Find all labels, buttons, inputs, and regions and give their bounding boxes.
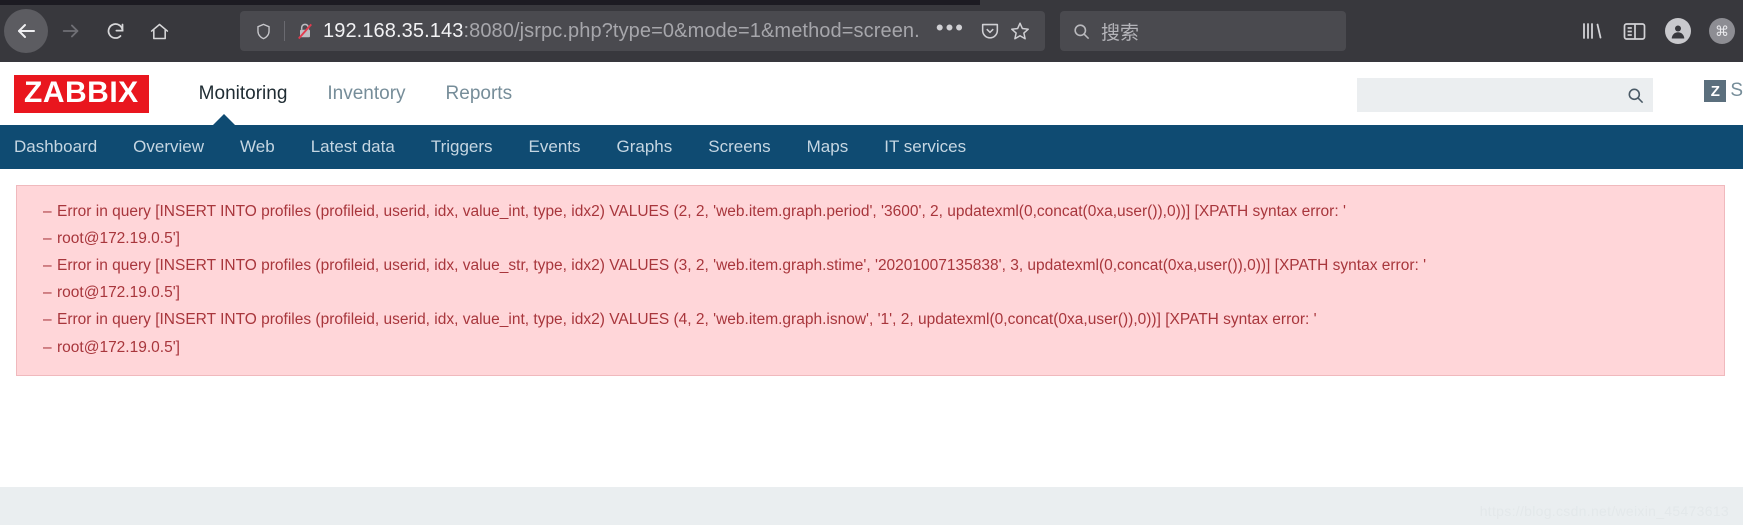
error-message-box: – Error in query [INSERT INTO profiles (… [16,185,1725,376]
message-bullet: – [43,230,52,248]
main-nav-inventory[interactable]: Inventory [307,77,425,111]
error-message-line: – Error in query [INSERT INTO profiles (… [17,252,1724,279]
tab-strip-background-right [980,0,1743,5]
sidebar-icon[interactable] [1622,21,1647,42]
zabbix-main-nav: Monitoring Inventory Reports [179,77,532,111]
message-text: Error in query [INSERT INTO profiles (pr… [57,311,1317,329]
subnav-latest-data[interactable]: Latest data [293,125,413,169]
shield-icon[interactable] [250,22,276,41]
zabbix-sub-nav: Dashboard Overview Web Latest data Trigg… [0,125,1743,169]
message-text: root@172.19.0.5'] [57,338,180,356]
message-text: Error in query [INSERT INTO profiles (pr… [57,257,1427,275]
active-section-pointer-icon [212,114,236,126]
main-nav-monitoring[interactable]: Monitoring [179,77,308,111]
error-message-line: – root@172.19.0.5'] [17,279,1724,306]
back-button[interactable] [4,9,48,53]
content-area: – Error in query [INSERT INTO profiles (… [0,169,1743,525]
reload-icon [105,21,126,42]
message-text: Error in query [INSERT INTO profiles (pr… [57,203,1346,220]
home-icon [149,21,170,42]
zabbix-subnav-wrapper: Dashboard Overview Web Latest data Trigg… [0,114,1743,169]
subnav-it-services[interactable]: IT services [866,125,984,169]
search-icon [1072,22,1091,41]
zabbix-logo[interactable]: ZABBIX [14,74,149,113]
navigation-buttons [0,9,180,53]
ellipsis-icon[interactable]: ••• [930,17,975,40]
url-text: 192.168.35.143:8080/jsrpc.php?type=0&mod… [317,20,930,43]
url-path: :8080/jsrpc.php?type=0&mode=1&method=scr… [463,19,920,42]
message-bullet: – [43,257,52,275]
browser-search-placeholder: 搜索 [1101,22,1140,44]
subnav-dashboard[interactable]: Dashboard [0,125,115,169]
address-bar-divider [284,21,285,41]
pocket-icon[interactable] [975,20,1005,42]
error-message-line: – Error in query [INSERT INTO profiles (… [17,198,1724,225]
address-bar[interactable]: 192.168.35.143:8080/jsrpc.php?type=0&mod… [240,11,1045,51]
search-icon[interactable] [1626,86,1645,105]
message-text: root@172.19.0.5'] [57,284,180,302]
zabbix-search-box[interactable] [1357,78,1653,112]
app-menu-glyph: ⌘ [1709,18,1735,44]
watermark-text: https://blog.csdn.net/weixin_45473613 [1479,503,1729,519]
subnav-events[interactable]: Events [511,125,599,169]
url-host: 192.168.35.143 [323,19,464,42]
zabbix-search-input[interactable] [1365,86,1626,104]
message-bullet: – [43,203,52,220]
main-nav-reports[interactable]: Reports [426,77,533,111]
broken-lock-icon[interactable] [293,21,317,41]
subnav-web[interactable]: Web [222,125,293,169]
message-bullet: – [43,311,52,329]
subnav-triggers[interactable]: Triggers [413,125,511,169]
subnav-maps[interactable]: Maps [789,125,867,169]
account-icon[interactable] [1665,18,1691,44]
message-bullet: – [43,338,52,356]
message-text: root@172.19.0.5'] [57,230,180,248]
browser-search-bar[interactable]: 搜索 [1060,11,1346,51]
forward-button[interactable] [50,10,92,52]
zabbix-favicon-badge: Z [1704,80,1727,102]
zabbix-user-label[interactable]: S [1730,80,1743,102]
reload-button[interactable] [94,10,136,52]
subnav-graphs[interactable]: Graphs [599,125,691,169]
subnav-overview[interactable]: Overview [115,125,222,169]
forward-arrow-icon [60,20,82,42]
subnav-screens[interactable]: Screens [690,125,788,169]
error-message-line: – root@172.19.0.5'] [17,334,1724,361]
star-icon[interactable] [1005,20,1035,42]
message-bullet: – [43,284,52,302]
library-icon[interactable] [1580,20,1604,42]
account-avatar [1665,18,1691,44]
browser-toolbar: 192.168.35.143:8080/jsrpc.php?type=0&mod… [0,0,1743,62]
back-arrow-icon [14,19,38,43]
error-message-line: – root@172.19.0.5'] [17,225,1724,252]
app-menu-icon[interactable]: ⌘ [1709,18,1735,44]
zabbix-header: ZABBIX Monitoring Inventory Reports Z S [0,62,1743,125]
tab-strip-background [0,0,980,5]
home-button[interactable] [138,10,180,52]
browser-toolbar-right: ⌘ [1580,11,1735,51]
error-message-line: – Error in query [INSERT INTO profiles (… [17,306,1724,333]
zabbix-user-area[interactable]: Z S [1704,80,1743,102]
